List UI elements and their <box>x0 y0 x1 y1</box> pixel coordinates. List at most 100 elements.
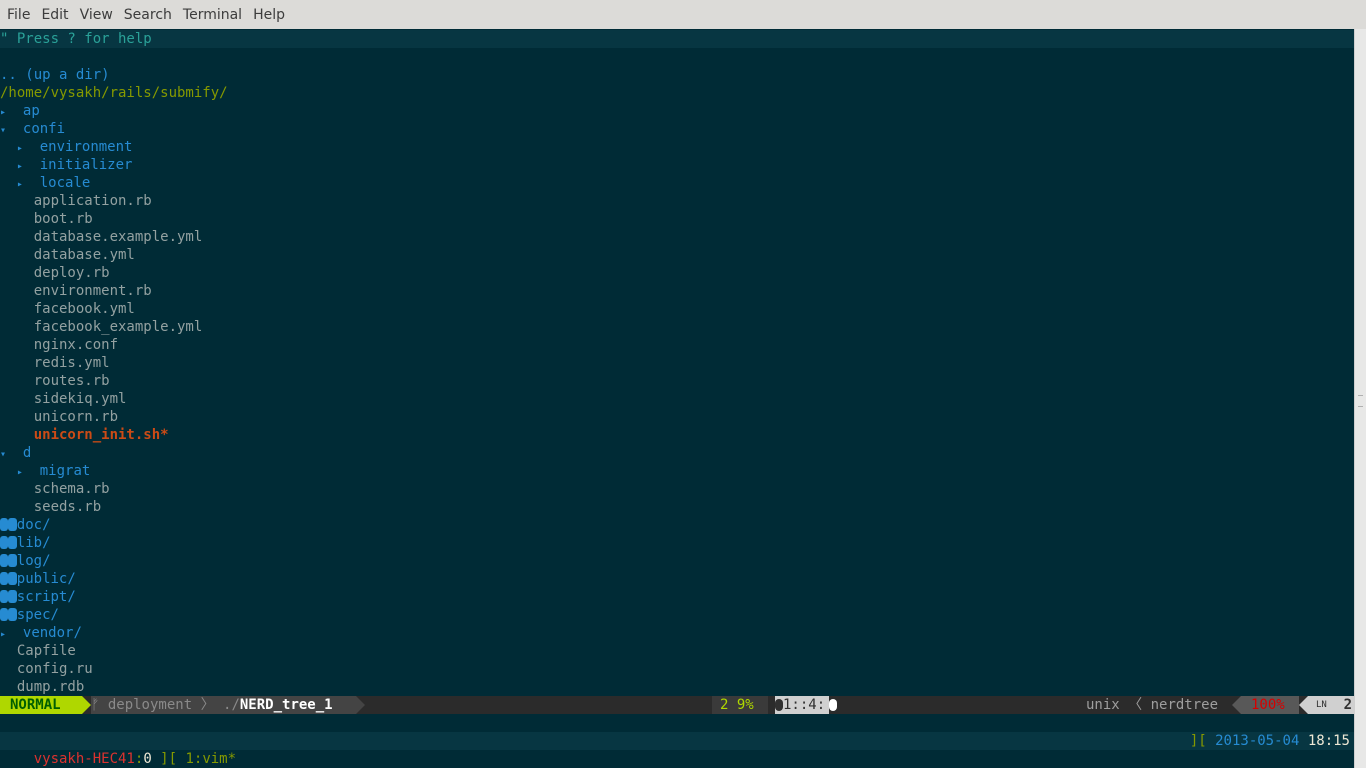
tree-entry[interactable]: facebook_example.yml <box>0 318 1354 336</box>
tree-entry[interactable]: ▸ environment <box>0 138 1354 156</box>
branch-name: deployment <box>107 697 193 713</box>
tree-entry[interactable]: ▾ d <box>0 444 1354 462</box>
tree-entry[interactable]: boot.rb <box>0 210 1354 228</box>
warning-text: 2 9% <box>720 697 754 713</box>
entry-name: log/ <box>16 553 51 569</box>
tree-entry[interactable]: script/ <box>0 588 1354 606</box>
entry-name: database.yml <box>33 247 135 263</box>
entry-name: nginx.conf <box>33 337 119 353</box>
menu-terminal[interactable]: Terminal <box>179 7 246 23</box>
entry-name: redis.yml <box>33 355 110 371</box>
tree-entry[interactable]: dump.rdb <box>0 678 1354 696</box>
nerdtree-help-line: " Press ? for help <box>0 30 1354 48</box>
tree-entry[interactable]: ▸ initializer <box>0 156 1354 174</box>
tmux-clock: ][ 2013-05-04 18:15 <box>1189 733 1350 749</box>
entry-name: ap <box>22 103 40 119</box>
tree-entry[interactable]: ▸ migrat <box>0 462 1354 480</box>
menu-view[interactable]: View <box>76 7 117 23</box>
warning-segment: 2 9% <box>712 696 768 714</box>
chevron-right-icon: 〉 <box>200 697 215 713</box>
entry-name: unicorn.rb <box>33 409 119 425</box>
tree-entry[interactable]: seeds.rb <box>0 498 1354 516</box>
tree-entry[interactable]: ▸ locale <box>0 174 1354 192</box>
tree-entry[interactable]: database.example.yml <box>0 228 1354 246</box>
entry-name: database.example.yml <box>33 229 203 245</box>
tree-entry[interactable]: config.ru <box>0 660 1354 678</box>
position-segment: 1::4: <box>775 696 829 714</box>
scrollbar-grip[interactable] <box>1358 395 1363 407</box>
branch-icon: ᚠ <box>91 697 100 713</box>
separator-arrow <box>1299 696 1308 714</box>
entry-name: routes.rb <box>33 373 110 389</box>
tree-entry[interactable]: nginx.conf <box>0 336 1354 354</box>
menu-bar: File Edit View Search Terminal Help <box>0 0 1366 29</box>
entry-name: migrat <box>39 463 91 479</box>
terminal-scrollbar[interactable] <box>1354 29 1366 768</box>
tree-entry[interactable]: ▸ ap <box>0 102 1354 120</box>
fileformat: unix <box>1086 697 1120 713</box>
tree-entry[interactable]: public/ <box>0 570 1354 588</box>
filetype: nerdtree <box>1150 697 1219 713</box>
tree-entry[interactable]: Capfile <box>0 642 1354 660</box>
tree-entry[interactable]: log/ <box>0 552 1354 570</box>
entry-name: config.ru <box>16 661 93 677</box>
command-line[interactable]: 3:1 <box>0 714 80 750</box>
vim-statusline: NORMAL ᚠ deployment 〉 ./NERD_tree_1 2 9%… <box>0 696 1354 714</box>
entry-name: environment <box>39 139 133 155</box>
tmux-date: 2013-05-04 <box>1215 733 1300 749</box>
tree-entry[interactable]: unicorn_init.sh* <box>0 426 1354 444</box>
tree-entry[interactable]: lib/ <box>0 534 1354 552</box>
tree-entry[interactable]: facebook.yml <box>0 300 1354 318</box>
tree-entry[interactable]: database.yml <box>0 246 1354 264</box>
buffer-name: NERD_tree_1 <box>239 697 333 713</box>
tree-entry[interactable]: spec/ <box>0 606 1354 624</box>
menu-help[interactable]: Help <box>249 7 289 23</box>
terminal-area[interactable]: " Press ? for help .. (up a dir) /home/v… <box>0 29 1354 768</box>
separator-arrow <box>356 696 365 714</box>
line-number: 2 <box>1343 697 1352 713</box>
entry-name: dump.rdb <box>16 679 85 695</box>
glyph-icon <box>775 699 783 711</box>
tree-entry[interactable]: environment.rb <box>0 282 1354 300</box>
tree-entry[interactable]: ▸ vendor/ <box>0 624 1354 642</box>
tree-entry[interactable]: redis.yml <box>0 354 1354 372</box>
tmux-host: vysakh-HEC41 <box>33 751 135 767</box>
entry-name: facebook_example.yml <box>33 319 203 335</box>
entry-name: public/ <box>16 571 76 587</box>
replacement-glyph-icon <box>8 554 17 567</box>
entry-name: confi <box>22 121 66 137</box>
replacement-glyph-icon <box>8 608 17 621</box>
up-a-dir[interactable]: .. (up a dir) <box>0 66 1354 84</box>
replacement-glyph-icon <box>8 572 17 585</box>
tree-entry[interactable]: routes.rb <box>0 372 1354 390</box>
tree-entry[interactable]: sidekiq.yml <box>0 390 1354 408</box>
branch-segment: ᚠ deployment 〉 ./NERD_tree_1 <box>91 696 356 714</box>
tree-root-path[interactable]: /home/vysakh/rails/submify/ <box>0 84 1354 102</box>
replacement-glyph-icon <box>0 572 9 585</box>
tree-entry[interactable]: application.rb <box>0 192 1354 210</box>
entry-name: environment.rb <box>33 283 152 299</box>
entry-name: schema.rb <box>33 481 110 497</box>
entry-name: boot.rb <box>33 211 93 227</box>
tree-entry[interactable]: ▾ confi <box>0 120 1354 138</box>
tree-entry[interactable]: unicorn.rb <box>0 408 1354 426</box>
tree-entry[interactable]: deploy.rb <box>0 264 1354 282</box>
replacement-glyph-icon <box>0 590 9 603</box>
replacement-glyph-icon <box>8 590 17 603</box>
tree-entry[interactable]: schema.rb <box>0 480 1354 498</box>
entry-name: seeds.rb <box>33 499 102 515</box>
tree-entry[interactable]: doc/ <box>0 516 1354 534</box>
glyph-icon <box>829 699 837 711</box>
menu-edit[interactable]: Edit <box>37 7 72 23</box>
entry-name: script/ <box>16 589 76 605</box>
chevron-left-icon: 〈 <box>1128 697 1143 713</box>
menu-search[interactable]: Search <box>120 7 176 23</box>
entry-name: unicorn_init.sh* <box>33 427 169 443</box>
tmux-window[interactable]: 1:vim* <box>185 751 236 767</box>
entry-name: facebook.yml <box>33 301 135 317</box>
entry-name: sidekiq.yml <box>33 391 127 407</box>
menu-file[interactable]: File <box>3 7 34 23</box>
percent-segment: 100% <box>1241 696 1299 714</box>
entry-name: vendor/ <box>22 625 82 641</box>
line-segment: LN 2 <box>1308 696 1354 714</box>
